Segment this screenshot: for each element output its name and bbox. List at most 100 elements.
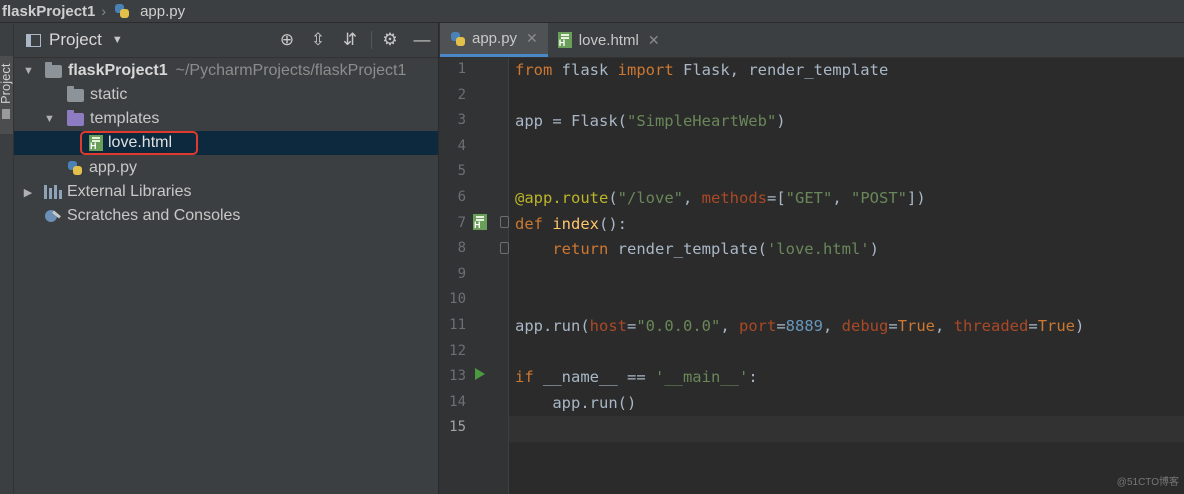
line-number: 8 xyxy=(457,240,466,257)
tab-love-html[interactable]: H love.html ✕ xyxy=(548,23,670,57)
code-token: port xyxy=(739,317,777,335)
code-token: "POST" xyxy=(851,189,908,207)
tree-item-label: templates xyxy=(90,110,160,127)
tree-item-label: Scratches and Consoles xyxy=(67,207,241,224)
code-token: , xyxy=(935,317,954,335)
run-icon[interactable] xyxy=(475,368,485,380)
fold-icon[interactable] xyxy=(500,242,509,254)
expand-all-icon[interactable]: ⇳ xyxy=(307,29,329,51)
code-token: @app.route xyxy=(515,189,609,207)
line-number: 12 xyxy=(449,342,466,359)
annotation-highlight-box xyxy=(80,131,198,155)
collapse-all-icon[interactable]: ⇵ xyxy=(339,29,361,51)
tree-item-scratches[interactable]: Scratches and Consoles xyxy=(14,204,438,228)
watermark: @51CTO博客 xyxy=(1116,477,1179,488)
chevron-right-icon: › xyxy=(101,3,107,19)
code-line: from flask import Flask, render_template xyxy=(515,61,888,79)
divider xyxy=(371,31,372,49)
code-token: , xyxy=(832,189,852,207)
code-token: if xyxy=(515,368,543,387)
code-token: ) xyxy=(869,240,879,259)
line-number: 2 xyxy=(457,86,466,103)
code-token: 8889 xyxy=(785,317,823,335)
code-token: app.run( xyxy=(515,317,590,335)
tree-item-templates[interactable]: ▼ templates xyxy=(14,107,438,131)
code-token: 'love.html' xyxy=(766,240,870,259)
project-panel: Project ▼ ⊕ ⇳ ⇵ ⚙ — ▼ flaskProject1 ~/Py… xyxy=(14,23,438,494)
project-panel-title[interactable]: Project xyxy=(49,30,102,50)
breadcrumb-project[interactable]: flaskProject1 xyxy=(2,3,95,20)
tree-item-label: External Libraries xyxy=(67,183,192,200)
code-token: from xyxy=(515,61,562,79)
code-token: "0.0.0.0" xyxy=(636,317,721,335)
tree-item-external-libraries[interactable]: ▶ External Libraries xyxy=(14,180,438,204)
code-token: True xyxy=(1037,317,1076,335)
templates-folder-icon xyxy=(67,109,84,126)
line-number: 1 xyxy=(457,61,466,77)
tree-item-static[interactable]: static xyxy=(14,83,438,107)
python-file-icon xyxy=(114,3,130,19)
tab-label: love.html xyxy=(578,31,639,49)
line-number: 6 xyxy=(457,189,466,205)
chevron-down-icon[interactable]: ▼ xyxy=(44,113,55,125)
code-token: = xyxy=(776,317,786,335)
libraries-icon xyxy=(44,185,62,199)
line-number: 7 xyxy=(457,214,466,231)
code-token: = xyxy=(888,317,898,335)
code-token: , xyxy=(683,189,702,207)
tree-item-love-html[interactable]: H love.html xyxy=(14,131,438,155)
python-file-icon xyxy=(450,31,466,47)
project-panel-header: Project ▼ ⊕ ⇳ ⇵ ⚙ — xyxy=(14,23,438,58)
code-token: app = Flask( xyxy=(515,112,627,131)
tree-item-project-root[interactable]: ▼ flaskProject1 ~/PycharmProjects/flaskP… xyxy=(14,59,438,83)
code-token: (): xyxy=(599,214,627,233)
code-line: return render_template('love.html') xyxy=(515,240,879,258)
code-line: app.run(host="0.0.0.0", port=8889, debug… xyxy=(515,317,1084,335)
line-number: 10 xyxy=(449,291,466,308)
flask-route-icon[interactable]: H xyxy=(473,214,492,230)
line-number: 13 xyxy=(449,368,466,385)
tree-item-path: ~/PycharmProjects/flaskProject1 xyxy=(175,62,407,79)
code-line: @app.route("/love", methods=["GET", "POS… xyxy=(515,189,926,207)
navigation-bar: flaskProject1 › app.py xyxy=(0,0,1184,23)
code-token: flask xyxy=(561,61,618,79)
tab-app-py[interactable]: app.py ✕ xyxy=(440,23,548,57)
line-number: 11 xyxy=(449,317,466,333)
line-number: 9 xyxy=(457,265,466,282)
breadcrumb-file-label: app.py xyxy=(140,2,186,20)
breadcrumb-file[interactable]: app.py xyxy=(114,3,185,20)
code-token: app.run() xyxy=(515,393,637,412)
code-token: , xyxy=(720,317,739,335)
editor: app.py ✕ H love.html ✕ 1 2 3 4 5 6 7 8 9 10 11 12 13… xyxy=(439,23,1184,494)
locate-icon[interactable]: ⊕ xyxy=(276,29,298,51)
code-line: if __name__ == '__main__': xyxy=(515,368,758,386)
html-file-icon: H xyxy=(557,32,572,48)
folder-icon xyxy=(2,109,10,119)
editor-tabs: app.py ✕ H love.html ✕ xyxy=(440,23,1184,58)
close-icon[interactable]: ✕ xyxy=(526,30,538,47)
chevron-down-icon[interactable]: ▼ xyxy=(23,65,34,77)
minimize-icon[interactable]: — xyxy=(411,29,433,51)
project-view-icon xyxy=(26,33,41,47)
code-token: Flask, render_template xyxy=(683,61,889,79)
code-token: def xyxy=(515,214,553,233)
gear-icon[interactable]: ⚙ xyxy=(379,29,401,51)
close-icon[interactable]: ✕ xyxy=(648,32,660,49)
tree-item-label: app.py xyxy=(89,159,138,176)
line-number: 14 xyxy=(449,393,466,410)
folder-icon xyxy=(67,85,84,102)
code-token: = xyxy=(1028,317,1038,335)
code-token: : xyxy=(748,368,758,387)
scratches-icon xyxy=(45,208,61,224)
chevron-right-icon[interactable]: ▶ xyxy=(23,186,33,199)
tree-item-app-py[interactable]: app.py xyxy=(14,156,438,180)
code-token: '__main__' xyxy=(654,368,749,387)
fold-icon[interactable] xyxy=(500,216,509,228)
chevron-down-icon[interactable]: ▼ xyxy=(112,34,123,46)
project-tool-label: Project xyxy=(0,63,13,104)
code-token: debug xyxy=(841,317,889,335)
left-tool-strip: Project xyxy=(0,23,14,494)
code-token: import xyxy=(617,61,683,79)
code-token: =[ xyxy=(767,189,786,207)
